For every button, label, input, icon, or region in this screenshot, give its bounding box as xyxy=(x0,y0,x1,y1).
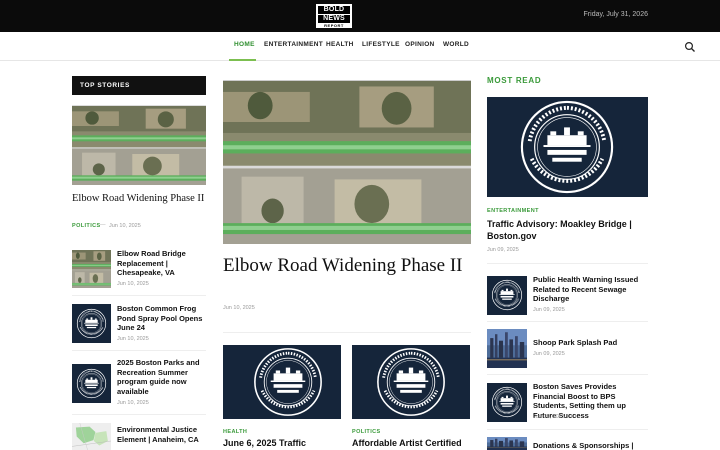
most-read-lead-title[interactable]: Traffic Advisory: Moakley Bridge | Bosto… xyxy=(487,219,648,242)
list-item-title[interactable]: 2025 Boston Parks and Recreation Summer … xyxy=(117,358,207,396)
top-stories-lead-category[interactable]: POLITICS xyxy=(72,223,101,229)
card-category[interactable]: POLITICS xyxy=(352,429,381,435)
list-item-thumbnail[interactable] xyxy=(72,423,111,450)
top-stories-lead-image[interactable] xyxy=(72,105,206,185)
nav-item-health[interactable]: HEALTH xyxy=(326,41,354,48)
top-bar: BOLD NEWS REPORT Friday, July 31, 2026 xyxy=(0,0,720,32)
list-item-date: Jun 10, 2025 xyxy=(117,400,149,406)
nav-active-indicator xyxy=(229,59,256,61)
feature-title[interactable]: Elbow Road Widening Phase II xyxy=(223,255,463,276)
list-item-title[interactable]: Boston Common Frog Pond Spray Pool Opens… xyxy=(117,304,207,333)
list-item-thumbnail[interactable] xyxy=(487,437,527,450)
current-date: Friday, July 31, 2026 xyxy=(583,11,648,18)
main-nav: HOME ENTERTAINMENT HEALTH LIFESTYLE OPIN… xyxy=(0,32,720,61)
card-title[interactable]: Affordable Artist Certified xyxy=(352,438,470,449)
nav-item-entertainment[interactable]: ENTERTAINMENT xyxy=(264,41,323,48)
list-item-date: Jun 09, 2025 xyxy=(533,351,565,357)
most-read-lead-image[interactable] xyxy=(487,97,648,197)
divider xyxy=(72,350,206,351)
nav-item-lifestyle[interactable]: LIFESTYLE xyxy=(362,41,400,48)
divider xyxy=(223,332,471,333)
card-category[interactable]: HEALTH xyxy=(223,429,247,435)
list-item-title[interactable]: Elbow Road Bridge Replacement | Chesapea… xyxy=(117,249,207,278)
list-item-title[interactable]: Public Health Warning Issued Related to … xyxy=(533,275,648,304)
list-item-date: Jun 10, 2025 xyxy=(117,281,149,287)
list-item-thumbnail[interactable] xyxy=(487,383,527,422)
list-item-thumbnail[interactable] xyxy=(487,329,527,368)
top-stories-lead-date: Jun 10, 2025 xyxy=(109,223,141,229)
card-image[interactable] xyxy=(223,345,341,419)
nav-item-home[interactable]: HOME xyxy=(234,41,255,48)
list-item-date: Jun 10, 2025 xyxy=(117,336,149,342)
list-item-date: Jun 09, 2025 xyxy=(533,307,565,313)
divider xyxy=(487,429,648,430)
divider xyxy=(487,374,648,375)
list-item-thumbnail[interactable] xyxy=(72,250,111,288)
top-stories-heading: TOP STORIES xyxy=(72,76,206,95)
list-item-title[interactable]: Donations & Sponsorships | xyxy=(533,441,648,450)
feature-date: Jun 10, 2025 xyxy=(223,305,255,311)
most-read-lead-category[interactable]: ENTERTAINMENT xyxy=(487,208,539,214)
most-read-heading: MOST READ xyxy=(487,76,542,85)
list-item-title[interactable]: Shoop Park Splash Pad xyxy=(533,338,648,348)
card-title[interactable]: June 6, 2025 Traffic xyxy=(223,438,341,449)
list-item-thumbnail[interactable] xyxy=(487,276,527,315)
nav-item-opinion[interactable]: OPINION xyxy=(405,41,435,48)
nav-item-world[interactable]: WORLD xyxy=(443,41,469,48)
card-image[interactable] xyxy=(352,345,470,419)
divider xyxy=(487,321,648,322)
meta-separator: — xyxy=(100,222,106,228)
list-item-thumbnail[interactable] xyxy=(72,304,111,343)
divider xyxy=(487,263,648,264)
search-icon[interactable] xyxy=(684,41,696,53)
divider xyxy=(72,414,206,415)
most-read-lead-date: Jun 09, 2025 xyxy=(487,247,519,253)
list-item-title[interactable]: Environmental Justice Element | Anaheim,… xyxy=(117,425,207,444)
top-stories-lead-title[interactable]: Elbow Road Widening Phase II xyxy=(72,193,212,206)
divider xyxy=(72,295,206,296)
list-item-thumbnail[interactable] xyxy=(72,364,111,403)
feature-image[interactable] xyxy=(223,80,471,244)
list-item-date: Jun 09, 2025 xyxy=(533,414,565,420)
site-logo[interactable]: BOLD NEWS REPORT xyxy=(316,4,352,28)
